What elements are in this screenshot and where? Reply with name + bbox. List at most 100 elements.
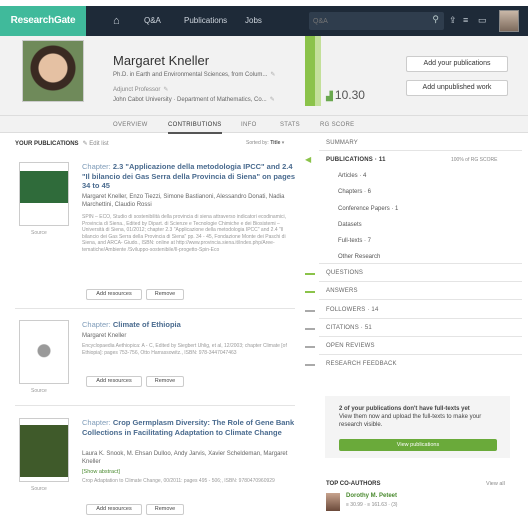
sidebar-sub-chapters[interactable]: Chapters · 6 [338, 189, 371, 195]
edit-pencil-icon[interactable]: ✎ [270, 72, 275, 78]
coauthor-name[interactable]: Dorothy M. Peteet [346, 493, 397, 499]
sidebar-sub-conference[interactable]: Conference Papers · 1 [338, 206, 398, 212]
publications-title: YOUR PUBLICATIONS [15, 141, 79, 147]
open-reviews-bar [305, 346, 315, 348]
rg-score[interactable]: ▟ 10.30 [326, 88, 365, 102]
rg-score-value: 10.30 [334, 88, 365, 102]
sidebar-sub-datasets[interactable]: Datasets [338, 222, 362, 228]
degree-text: Ph.D. in Earth and Environmental Science… [113, 72, 268, 78]
sidebar-item-open-reviews[interactable]: OPEN REVIEWS [326, 343, 375, 349]
sidebar-sub-other[interactable]: Other Research [338, 254, 380, 260]
questions-bar [305, 273, 315, 275]
publication-type: Chapter: [82, 320, 111, 329]
view-publications-button[interactable]: View publications [339, 439, 497, 451]
sidebar-item-feedback[interactable]: RESEARCH FEEDBACK [326, 361, 397, 367]
publication-title[interactable]: Chapter: 2.3 "Applicazione della metodol… [82, 162, 297, 191]
publications-header: YOUR PUBLICATIONS ✎ Edit list [15, 140, 109, 147]
sort-control[interactable]: Sorted by: Title ▾ [246, 140, 284, 146]
citations-bar [305, 328, 315, 330]
coauthors-title: TOP CO-AUTHORS [326, 481, 381, 487]
nav-publications[interactable]: Publications [184, 6, 227, 36]
top-navbar: ResearchGate ⌂ Q&A Publications Jobs ⚲ ⇪… [0, 6, 528, 36]
sidebar-item-publications[interactable]: PUBLICATIONS · 11 [326, 157, 386, 163]
researchgate-logo[interactable]: ResearchGate [0, 6, 86, 36]
add-resources-button[interactable]: Add resources [86, 504, 142, 515]
publication-title-text: Climate of Ethiopia [112, 320, 181, 329]
coauthor-meta: ≡ 30.99 · ≡ 161.63 · (3) [346, 502, 398, 508]
publication-authors: Margaret Kneller [82, 333, 127, 339]
tab-info[interactable]: INFO [241, 116, 257, 134]
sidebar-item-followers[interactable]: FOLLOWERS · 14 [326, 307, 378, 313]
rg-score-bar-light [315, 36, 321, 106]
role-text: Adjunct Professor [113, 87, 161, 93]
promo-headline: of your publications don't have full-tex… [342, 406, 470, 412]
profile-institution: John Cabot University · Department of Ma… [113, 96, 275, 103]
publication-cover[interactable] [19, 320, 69, 384]
edit-list-link[interactable]: ✎ Edit list [83, 141, 109, 147]
sidebar-item-summary[interactable]: SUMMARY [326, 140, 358, 146]
tab-overview[interactable]: OVERVIEW [113, 116, 148, 134]
profile-role: Adjunct Professor ✎ [113, 86, 168, 93]
add-unpublished-button[interactable]: Add unpublished work [406, 80, 508, 96]
publication-title-text: 2.3 "Applicazione della metodologia IPCC… [82, 162, 296, 190]
nav-jobs[interactable]: Jobs [245, 6, 262, 36]
edit-list-label: Edit list [89, 141, 109, 147]
sort-label: Sorted by: [246, 140, 269, 146]
publication-title-text: Crop Germplasm Diversity: The Role of Ge… [82, 418, 295, 437]
search-box: ⚲ [309, 12, 444, 30]
source-label: Source [31, 388, 47, 394]
publication-authors: Laura K. Snook, M. Ehsan Dulloo, Andy Ja… [82, 451, 288, 465]
add-resources-button[interactable]: Add resources [86, 289, 142, 300]
coauthor-avatar[interactable] [326, 493, 340, 511]
search-input[interactable] [313, 14, 423, 28]
sidebar-item-answers[interactable]: ANSWERS [326, 288, 358, 294]
remove-button[interactable]: Remove [146, 289, 184, 300]
tab-stats[interactable]: STATS [280, 116, 300, 134]
publication-type: Chapter: [82, 162, 111, 171]
add-publications-button[interactable]: Add your publications [406, 56, 508, 72]
list-icon[interactable]: ≡ [463, 14, 473, 26]
add-resources-button[interactable]: Add resources [86, 376, 142, 387]
divider [319, 281, 522, 282]
sidebar-item-citations[interactable]: CITATIONS · 51 [326, 325, 372, 331]
edit-pencil-icon[interactable]: ✎ [163, 87, 168, 93]
bar-chart-icon: ▟ [326, 91, 333, 101]
publication-title[interactable]: Chapter: Climate of Ethiopia [82, 320, 297, 330]
publication-authors: Margaret Kneller, Enzo Tiezzi, Simone Ba… [82, 194, 285, 208]
profile-photo[interactable] [22, 40, 84, 102]
avatar[interactable] [499, 10, 519, 32]
divider [15, 405, 295, 406]
chevron-down-icon: ▾ [281, 140, 285, 146]
publication-item: Source Chapter: Climate of Ethiopia Marg… [15, 320, 297, 394]
tab-rg-score[interactable]: RG SCORE [320, 116, 354, 134]
publication-cover[interactable] [19, 162, 69, 226]
tab-contributions[interactable]: CONTRIBUTIONS [168, 116, 222, 134]
view-all-link[interactable]: View all [486, 481, 505, 487]
divider [319, 299, 522, 300]
home-icon[interactable]: ⌂ [113, 6, 120, 36]
edit-pencil-icon[interactable]: ✎ [270, 97, 275, 103]
sidebar-item-questions[interactable]: QUESTIONS [326, 270, 363, 276]
publication-description: SPIN – ECO, Studio di sostenibilità dell… [82, 214, 286, 253]
upload-icon[interactable]: ⇪ [449, 14, 459, 26]
sidebar-sub-articles[interactable]: Articles · 4 [338, 173, 366, 179]
remove-button[interactable]: Remove [146, 504, 184, 515]
publication-title[interactable]: Chapter: Crop Germplasm Diversity: The R… [82, 418, 297, 437]
divider [319, 336, 522, 337]
profile-name: Margaret Kneller [113, 53, 210, 68]
promo-body: View them now and upload the full-texts … [339, 414, 482, 428]
publication-cover[interactable] [19, 418, 69, 482]
rg-score-bar [305, 36, 315, 106]
sidebar-sub-fulltexts[interactable]: Full-texts · 7 [338, 238, 371, 244]
chat-icon[interactable]: ▭ [478, 14, 488, 26]
remove-button[interactable]: Remove [146, 376, 184, 387]
show-abstract-link[interactable]: [Show abstract] [82, 469, 120, 475]
publication-description: Encyclopaedia Aethiopica: A - C, Edited … [82, 343, 287, 356]
divider [319, 150, 522, 151]
answers-bar [305, 291, 315, 293]
search-icon[interactable]: ⚲ [432, 14, 439, 25]
source-label: Source [31, 230, 47, 236]
nav-qa[interactable]: Q&A [144, 6, 161, 36]
publication-item: Source Chapter: Crop Germplasm Diversity… [15, 418, 297, 515]
publications-percent: 100% of RG SCORE [451, 157, 498, 163]
